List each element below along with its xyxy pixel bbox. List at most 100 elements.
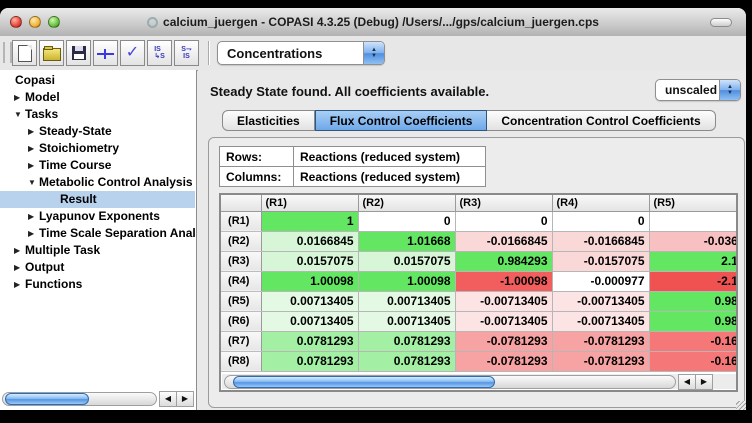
coefficient-cell[interactable]: 2.14: [649, 251, 738, 271]
scrollbar-track[interactable]: [224, 375, 676, 389]
tree-collapsed-arrow-icon[interactable]: ▶: [14, 259, 25, 276]
coefficient-cell[interactable]: 0.984: [649, 311, 738, 331]
tree-collapsed-arrow-icon[interactable]: ▶: [14, 276, 25, 293]
coefficient-cell[interactable]: -0.0781293: [455, 331, 552, 351]
sidebar-item-copasi[interactable]: Copasi: [0, 72, 195, 89]
coefficient-cell[interactable]: -0.169: [649, 351, 738, 371]
title-bar[interactable]: calcium_juergen - COPASI 4.3.25 (Debug) …: [0, 8, 746, 37]
status-text: Steady State found. All coefficients ava…: [210, 84, 489, 99]
sidebar-item-steady-state[interactable]: ▶Steady-State: [0, 123, 195, 140]
coefficient-cell[interactable]: 0.984293: [455, 251, 552, 271]
coefficient-cell[interactable]: 0.0781293: [261, 331, 358, 351]
table-row: (R2)0.01668451.01668-0.0166845-0.0166845…: [221, 231, 738, 251]
scrollbar-thumb[interactable]: [5, 393, 89, 405]
coefficient-cell[interactable]: 0.0781293: [261, 351, 358, 371]
coefficient-cell[interactable]: 1.01668: [358, 231, 455, 251]
coefficient-cell[interactable]: -0.0781293: [455, 351, 552, 371]
coefficient-cell[interactable]: 0.00713405: [261, 311, 358, 331]
tree-collapsed-arrow-icon[interactable]: ▶: [28, 123, 39, 140]
coefficient-cell[interactable]: -0.0781293: [552, 331, 649, 351]
coefficient-cell[interactable]: -0.00713405: [552, 311, 649, 331]
coefficient-cell[interactable]: -2.17: [649, 271, 738, 291]
tree-collapsed-arrow-icon[interactable]: ▶: [28, 208, 39, 225]
tab-concentration-control-coefficients[interactable]: Concentration Control Coefficients: [487, 110, 715, 131]
coefficient-cell[interactable]: 0: [455, 211, 552, 231]
sidebar-item-output[interactable]: ▶Output: [0, 259, 195, 276]
sidebar-item-time-scale-separation-anal[interactable]: ▶Time Scale Separation Anal: [0, 225, 195, 242]
scrollbar-thumb[interactable]: [233, 376, 495, 388]
coefficient-cell[interactable]: 0.00713405: [358, 311, 455, 331]
sidebar-item-lyapunov-exponents[interactable]: ▶Lyapunov Exponents: [0, 208, 195, 225]
coefficient-cell[interactable]: -0.169: [649, 331, 738, 351]
tree-collapsed-arrow-icon[interactable]: ▶: [14, 242, 25, 259]
rows-value: Reactions (reduced system): [294, 147, 486, 167]
coefficient-cell[interactable]: 1.00098: [261, 271, 358, 291]
tree-expanded-arrow-icon[interactable]: ▼: [28, 174, 39, 191]
window-resize-grip-icon[interactable]: [736, 401, 746, 410]
sidebar-item-result[interactable]: Result: [0, 191, 195, 208]
coefficient-cell[interactable]: -0.0781293: [552, 351, 649, 371]
tab-flux-control-coefficients[interactable]: Flux Control Coefficients: [315, 110, 488, 131]
coefficient-cell[interactable]: -0.00713405: [455, 291, 552, 311]
coefficient-cell[interactable]: -0.0166845: [552, 231, 649, 251]
sidebar-item-functions[interactable]: ▶Functions: [0, 276, 195, 293]
sidebar-item-metabolic-control-analysis[interactable]: ▼Metabolic Control Analysis: [0, 174, 195, 191]
tree-collapsed-arrow-icon[interactable]: ▶: [28, 140, 39, 157]
scrollbar-track[interactable]: [2, 392, 157, 406]
table-horizontal-scrollbar[interactable]: ◀ ▶: [222, 374, 737, 389]
tree-collapsed-arrow-icon[interactable]: ▶: [28, 225, 39, 242]
table-row: (R1)1000: [221, 211, 738, 231]
tree-expanded-arrow-icon[interactable]: ▼: [14, 106, 25, 123]
coefficient-cell[interactable]: -0.00713405: [455, 311, 552, 331]
tab-elasticities[interactable]: Elasticities: [222, 110, 315, 131]
coefficient-cell[interactable]: -1.00098: [455, 271, 552, 291]
coefficient-cell[interactable]: 0.0781293: [358, 331, 455, 351]
scroll-right-arrow-icon[interactable]: ▶: [696, 374, 713, 390]
sidebar-item-multiple-task[interactable]: ▶Multiple Task: [0, 242, 195, 259]
slider-tool-button[interactable]: [93, 40, 118, 66]
coefficient-cell[interactable]: 0.984: [649, 291, 738, 311]
tree-collapsed-arrow-icon[interactable]: ▶: [28, 157, 39, 174]
sidebar-item-label: Model: [25, 89, 60, 106]
scroll-left-arrow-icon[interactable]: ◀: [159, 391, 177, 407]
coefficient-cell[interactable]: -0.0157075: [552, 251, 649, 271]
coefficient-cell[interactable]: 0.00713405: [358, 291, 455, 311]
coefficient-cell[interactable]: 0: [552, 211, 649, 231]
coefficient-cell[interactable]: 0.0157075: [261, 251, 358, 271]
coefficient-cell[interactable]: 0.00713405: [261, 291, 358, 311]
scale-dropdown[interactable]: unscaled ▲▼: [655, 79, 741, 101]
sidebar-horizontal-scrollbar[interactable]: ◀ ▶: [2, 391, 194, 406]
sidebar-item-tasks[interactable]: ▼Tasks: [0, 106, 195, 123]
coefficient-cell[interactable]: 1: [261, 211, 358, 231]
coefficient-cell[interactable]: -0.0166845: [455, 231, 552, 251]
coefficient-cell[interactable]: [649, 211, 738, 231]
is-to-s-icon: IS ↳S: [154, 46, 165, 60]
s-to-is-button[interactable]: S⇁ IS: [174, 40, 199, 66]
sidebar-item-time-course[interactable]: ▶Time Course: [0, 157, 195, 174]
table-corner-cell: [221, 195, 261, 211]
coefficient-cell[interactable]: 0.0781293: [358, 351, 455, 371]
new-file-button[interactable]: [12, 40, 37, 66]
open-file-button[interactable]: [39, 40, 64, 66]
tree-collapsed-arrow-icon[interactable]: ▶: [14, 89, 25, 106]
save-file-button[interactable]: [66, 40, 91, 66]
sidebar-item-model[interactable]: ▶Model: [0, 89, 195, 106]
coefficient-cell[interactable]: 1.00098: [358, 271, 455, 291]
is-to-s-button[interactable]: IS ↳S: [147, 40, 172, 66]
coefficient-cell[interactable]: 0.0166845: [261, 231, 358, 251]
sidebar-item-label: Lyapunov Exponents: [39, 208, 160, 225]
scroll-right-arrow-icon[interactable]: ▶: [177, 391, 194, 407]
slider-icon: [97, 48, 114, 59]
toolbar-toggle-pill-button[interactable]: [710, 18, 732, 27]
coefficient-cell[interactable]: 0.0157075: [358, 251, 455, 271]
coefficient-cell[interactable]: -0.00713405: [552, 291, 649, 311]
coefficient-cell[interactable]: -0.0362: [649, 231, 738, 251]
coefficient-cell[interactable]: 0: [358, 211, 455, 231]
toolbar-drag-handle[interactable]: [3, 42, 12, 63]
sidebar-item-stoichiometry[interactable]: ▶Stoichiometry: [0, 140, 195, 157]
navigation-sidebar: Copasi▶Model▼Tasks▶Steady-State▶Stoichio…: [0, 70, 197, 410]
check-model-button[interactable]: ✓: [120, 40, 145, 66]
concentrations-dropdown[interactable]: Concentrations ▲▼: [217, 41, 385, 65]
scroll-left-arrow-icon[interactable]: ◀: [678, 374, 696, 390]
coefficient-cell[interactable]: -0.000977: [552, 271, 649, 291]
